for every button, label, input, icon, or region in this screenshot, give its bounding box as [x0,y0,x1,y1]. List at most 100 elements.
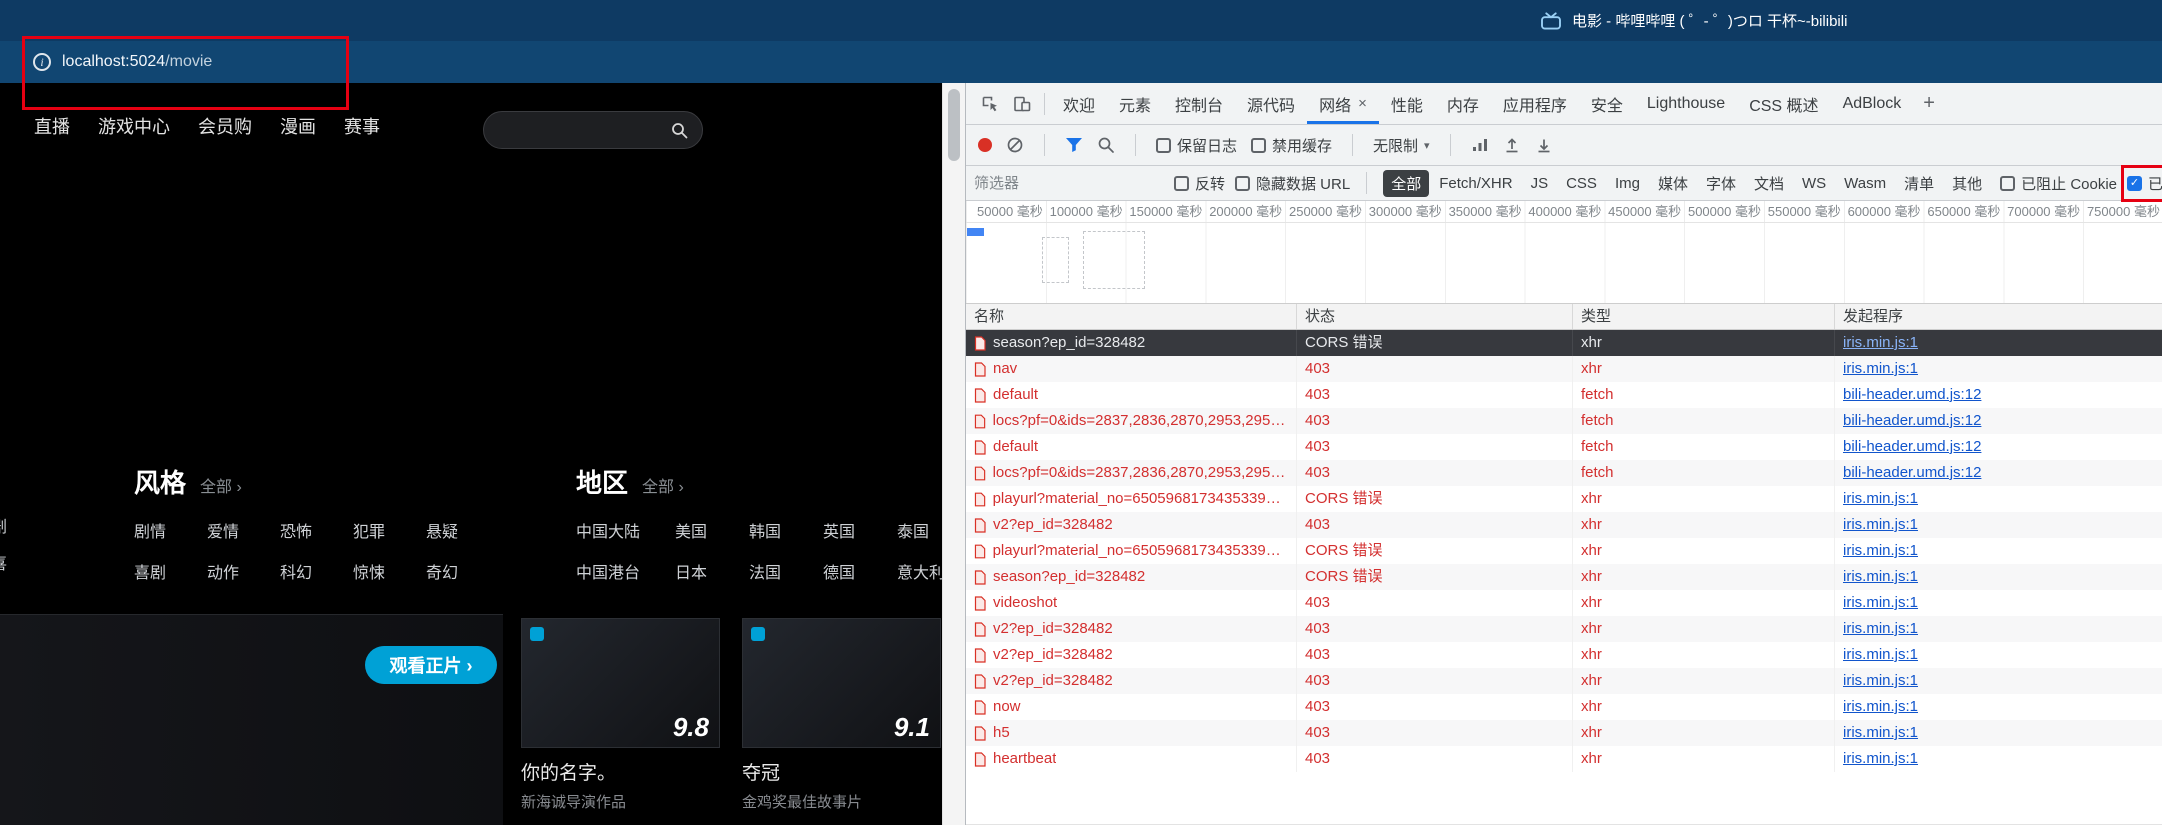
initiator-link[interactable]: bili-header.umd.js:12 [1843,438,1981,455]
request-type-chip[interactable]: JS [1523,172,1557,195]
search-input[interactable] [500,121,671,139]
network-filter-input[interactable] [974,174,1164,192]
style-tag[interactable]: 奇幻 [426,559,499,583]
style-tag[interactable]: 科幻 [280,559,353,583]
blocked-requests-checkbox[interactable]: ✓ 已阻止请求 [2127,173,2162,194]
throttling-select[interactable]: 无限制 ▾ [1373,135,1430,156]
request-name-cell[interactable]: videoshot [966,590,1297,616]
hide-data-urls-checkbox[interactable]: ✓ 隐藏数据 URL [1235,173,1350,194]
initiator-link[interactable]: iris.min.js:1 [1843,490,1918,507]
initiator-link[interactable]: iris.min.js:1 [1843,620,1918,637]
devtools-tab[interactable]: 源代码 × [1235,83,1307,124]
devtools-tab[interactable]: 欢迎 × [1051,83,1107,124]
network-request-row[interactable]: now 403 xhr iris.min.js:1 [966,694,2162,720]
url-text[interactable]: localhost:5024/movie [62,53,212,71]
region-tag[interactable]: 日本 [675,559,749,583]
request-name-cell[interactable]: v2?ep_id=328482 [966,512,1297,538]
nav-item[interactable]: 赛事 [344,113,380,139]
style-tag[interactable]: 动作 [207,559,280,583]
region-tag[interactable]: 泰国 [897,518,942,542]
request-type-chip[interactable]: Img [1607,172,1648,195]
request-name-cell[interactable]: default [966,382,1297,408]
movie-card[interactable]: 9.8 你的名字。 新海诚导演作品 [521,618,720,812]
devtools-tab[interactable]: 性能 × [1379,83,1435,124]
request-name-cell[interactable]: v2?ep_id=328482 [966,668,1297,694]
region-tag[interactable]: 德国 [823,559,897,583]
network-request-row[interactable]: v2?ep_id=328482 403 xhr iris.min.js:1 [966,642,2162,668]
inspect-element-icon[interactable] [974,89,1006,119]
style-tag[interactable]: 悬疑 [426,518,499,542]
record-button[interactable] [978,138,992,152]
request-name-cell[interactable]: h5 [966,720,1297,746]
initiator-link[interactable]: iris.min.js:1 [1843,542,1918,559]
devtools-tab[interactable]: 应用程序 × [1491,83,1579,124]
network-overview[interactable] [966,223,2162,304]
request-name-cell[interactable]: nav [966,356,1297,382]
movie-title[interactable]: 夺冠 [742,758,941,785]
region-tag[interactable]: 意大利 [897,559,942,583]
network-request-row[interactable]: playurl?material_no=650596817343533997… … [966,538,2162,564]
network-request-row[interactable]: locs?pf=0&ids=2837,2836,2870,2953,2954,…… [966,408,2162,434]
region-tag[interactable]: 英国 [823,518,897,542]
column-header[interactable]: 名称 [966,304,1297,329]
style-tag[interactable]: 惊悚 [353,559,426,583]
watch-movie-button[interactable]: 观看正片 › [365,646,497,684]
network-request-row[interactable]: v2?ep_id=328482 403 xhr iris.min.js:1 [966,616,2162,642]
request-name-cell[interactable]: heartbeat [966,746,1297,772]
movie-title[interactable]: 你的名字。 [521,758,720,785]
initiator-link[interactable]: iris.min.js:1 [1843,698,1918,715]
request-name-cell[interactable]: locs?pf=0&ids=2837,2836,2870,2953,2954,… [966,460,1297,486]
search-box[interactable] [483,111,703,149]
request-type-chip[interactable]: 其他 [1944,170,1990,197]
devtools-tab[interactable]: 元素 × [1107,83,1163,124]
request-type-chip[interactable]: Wasm [1836,172,1894,195]
scrollbar-thumb[interactable] [948,89,960,161]
request-type-chip[interactable]: 清单 [1896,170,1942,197]
clear-network-log-icon[interactable] [1006,136,1024,154]
devtools-tab[interactable]: CSS 概述 × [1737,83,1830,124]
initiator-link[interactable]: bili-header.umd.js:12 [1843,386,1981,403]
export-har-icon[interactable] [1535,136,1553,154]
column-header[interactable]: 发起程序 [1835,304,2162,329]
region-tag[interactable]: 中国港台 [576,559,675,583]
initiator-link[interactable]: bili-header.umd.js:12 [1843,464,1981,481]
request-type-chip[interactable]: Fetch/XHR [1431,172,1520,195]
preserve-log-checkbox[interactable]: ✓ 保留日志 [1156,135,1237,156]
device-toolbar-icon[interactable] [1006,89,1038,119]
add-panel-icon[interactable]: + [1913,92,1945,115]
site-info-icon[interactable]: i [33,53,51,71]
request-name-cell[interactable]: v2?ep_id=328482 [966,616,1297,642]
blocked-cookies-checkbox[interactable]: ✓ 已阻止 Cookie [2000,173,2117,194]
network-request-row[interactable]: nav 403 xhr iris.min.js:1 [966,356,2162,382]
network-request-row[interactable]: v2?ep_id=328482 403 xhr iris.min.js:1 [966,668,2162,694]
network-request-row[interactable]: heartbeat 403 xhr iris.min.js:1 [966,746,2162,772]
devtools-tab[interactable]: 网络 × [1307,83,1379,124]
nav-item[interactable]: 漫画 [280,113,316,139]
request-type-chip[interactable]: CSS [1558,172,1605,195]
initiator-link[interactable]: iris.min.js:1 [1843,568,1918,585]
search-network-icon[interactable] [1097,136,1115,154]
network-request-row[interactable]: videoshot 403 xhr iris.min.js:1 [966,590,2162,616]
initiator-link[interactable]: iris.min.js:1 [1843,750,1918,767]
style-tag[interactable]: 喜剧 [134,559,207,583]
request-name-cell[interactable]: season?ep_id=328482 [966,330,1297,356]
request-type-chip[interactable]: 媒体 [1650,170,1696,197]
region-all-link[interactable]: 全部 › [642,473,684,497]
movie-poster[interactable]: 9.8 [521,618,720,748]
close-tab-icon[interactable]: × [1358,95,1367,112]
region-tag[interactable]: 韩国 [749,518,823,542]
nav-item[interactable]: 直播 [34,113,70,139]
network-request-row[interactable]: playurl?material_no=650596817343533997… … [966,486,2162,512]
movie-card[interactable]: 9.1 夺冠 金鸡奖最佳故事片 [742,618,941,812]
devtools-tab[interactable]: 安全 × [1579,83,1635,124]
style-tag[interactable]: 爱情 [207,518,280,542]
request-name-cell[interactable]: playurl?material_no=650596817343533997… [966,538,1297,564]
style-tag[interactable]: 犯罪 [353,518,426,542]
devtools-tab[interactable]: Lighthouse × [1635,83,1737,124]
address-bar[interactable]: i localhost:5024/movie [0,41,2162,83]
devtools-tab[interactable]: 控制台 × [1163,83,1235,124]
request-name-cell[interactable]: locs?pf=0&ids=2837,2836,2870,2953,2954,… [966,408,1297,434]
request-type-chip[interactable]: 字体 [1698,170,1744,197]
request-name-cell[interactable]: default [966,434,1297,460]
request-type-chip[interactable]: 全部 [1383,169,1430,197]
